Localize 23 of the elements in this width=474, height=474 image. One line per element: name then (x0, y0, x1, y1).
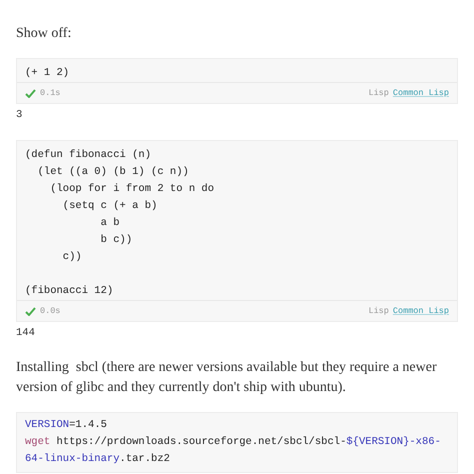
check-icon (25, 88, 36, 98)
code-line: c)) (62, 251, 82, 263)
kernel-link[interactable]: Common Lisp (392, 304, 449, 318)
code-line: (fibonacci 12) (25, 285, 114, 297)
code-line: (loop for i from 2 to n do (49, 183, 214, 195)
language-label: Lisp (368, 304, 389, 318)
code-line: (setq c (+ a b) (62, 200, 158, 212)
cell-output: 144 (16, 326, 36, 341)
check-icon (25, 306, 36, 316)
execution-time: 0.0s (40, 304, 60, 318)
code-line: (let ((a 0) (b 1) (c n)) (36, 166, 189, 178)
code-line: a b (100, 217, 120, 229)
code-line: VERSION=1.4.5 (25, 418, 108, 433)
kernel-link[interactable]: Common Lisp (392, 86, 449, 100)
language-label: Lisp (368, 86, 389, 100)
code-line: b c)) (100, 234, 132, 246)
paragraph: Show off: (16, 25, 72, 43)
code-line: (+ 1 2) (25, 67, 70, 79)
paragraph: Installing sbcl (there are newer versions available but they require a newer version of glibc and they currently don't ship with ubuntu). (16, 359, 438, 397)
cell-output: 3 (16, 108, 24, 123)
code-line: (defun fibonacci (n) (25, 149, 152, 161)
code-line: wget https://prdownloads.sourceforge.net/sbcl/sbcl-${VERSION}-x86-64-linux-binary.tar.bz2 (25, 435, 442, 467)
execution-time: 0.1s (40, 86, 60, 100)
